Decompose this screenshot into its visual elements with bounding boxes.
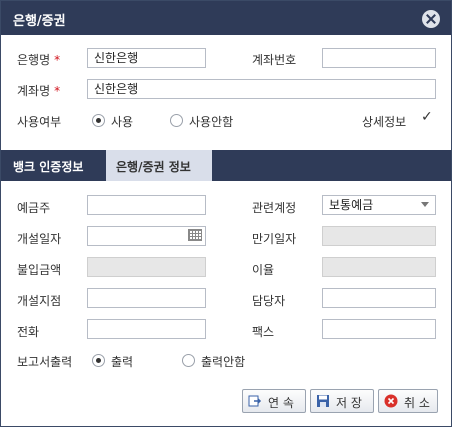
cancel-icon [384,394,398,408]
deposit-amount-input [87,257,206,277]
account-name-input[interactable]: 신한은행 [87,79,436,99]
related-account-select[interactable]: 보통예금 [322,195,436,215]
branch-input[interactable] [87,288,206,308]
account-no-input[interactable] [322,48,436,68]
dialog-title: 은행/증권 [13,14,66,29]
branch-label: 개설지점 [17,294,62,308]
report-no-label: 출력안함 [201,355,246,369]
detail-label: 상세정보 [362,115,407,129]
report-label: 보고서출력 [17,355,73,369]
continue-label: 연 속 [268,396,294,410]
use-label: 사용여부 [17,115,62,129]
bank-account-dialog: 은행/증권 은행명 * 신한은행 계좌번호 계좌명 * 신한은행 사용여부 사용 사… [0,0,452,427]
save-label: 저 장 [336,396,362,410]
checkmark-icon[interactable]: ✓ [421,109,433,125]
required-mark: * [54,53,61,67]
deposit-amount-label: 불입금액 [17,263,62,277]
depositor-input[interactable] [87,195,206,215]
related-account-label: 관련계정 [252,201,297,215]
phone-label: 전화 [17,325,40,339]
bank-name-input[interactable]: 신한은행 [87,48,206,68]
use-yes-radio[interactable] [92,114,105,127]
chevron-down-icon[interactable] [421,202,429,207]
account-no-label: 계좌번호 [252,53,297,67]
tab-label: 은행/증권 정보 [116,160,191,174]
continue-button[interactable]: 연 속 [242,389,306,413]
use-yes-label: 사용 [111,115,134,129]
continue-icon [248,395,262,407]
report-yes-radio[interactable] [92,354,105,367]
manager-input[interactable] [322,288,436,308]
fax-label: 팩스 [252,325,275,339]
floppy-disk-icon [317,395,329,407]
tab-bank-auth[interactable]: 뱅크 인증정보 [13,158,83,175]
use-no-radio[interactable] [170,114,183,127]
phone-input[interactable] [87,319,206,339]
maturity-label: 만기일자 [252,232,297,246]
cancel-button[interactable]: 취 소 [378,389,438,413]
close-icon[interactable] [422,10,440,28]
rate-input [322,257,436,277]
report-yes-label: 출력 [111,355,134,369]
save-button[interactable]: 저 장 [310,389,374,413]
open-date-label: 개설일자 [17,232,62,246]
cancel-label: 취 소 [404,396,430,410]
use-no-label: 사용안함 [189,115,234,129]
depositor-label: 예금주 [17,201,51,215]
manager-label: 담당자 [252,294,286,308]
report-no-radio[interactable] [182,354,195,367]
dialog-titlebar: 은행/증권 [1,1,451,35]
tab-bank-securities-info[interactable]: 은행/증권 정보 [106,150,212,181]
account-name-label: 계좌명 * [17,84,61,98]
fax-input[interactable] [322,319,436,339]
maturity-input [322,226,436,246]
required-mark: * [54,84,61,98]
bank-name-label: 은행명 * [17,53,61,67]
rate-label: 이율 [252,263,275,277]
calendar-icon[interactable] [188,229,202,241]
